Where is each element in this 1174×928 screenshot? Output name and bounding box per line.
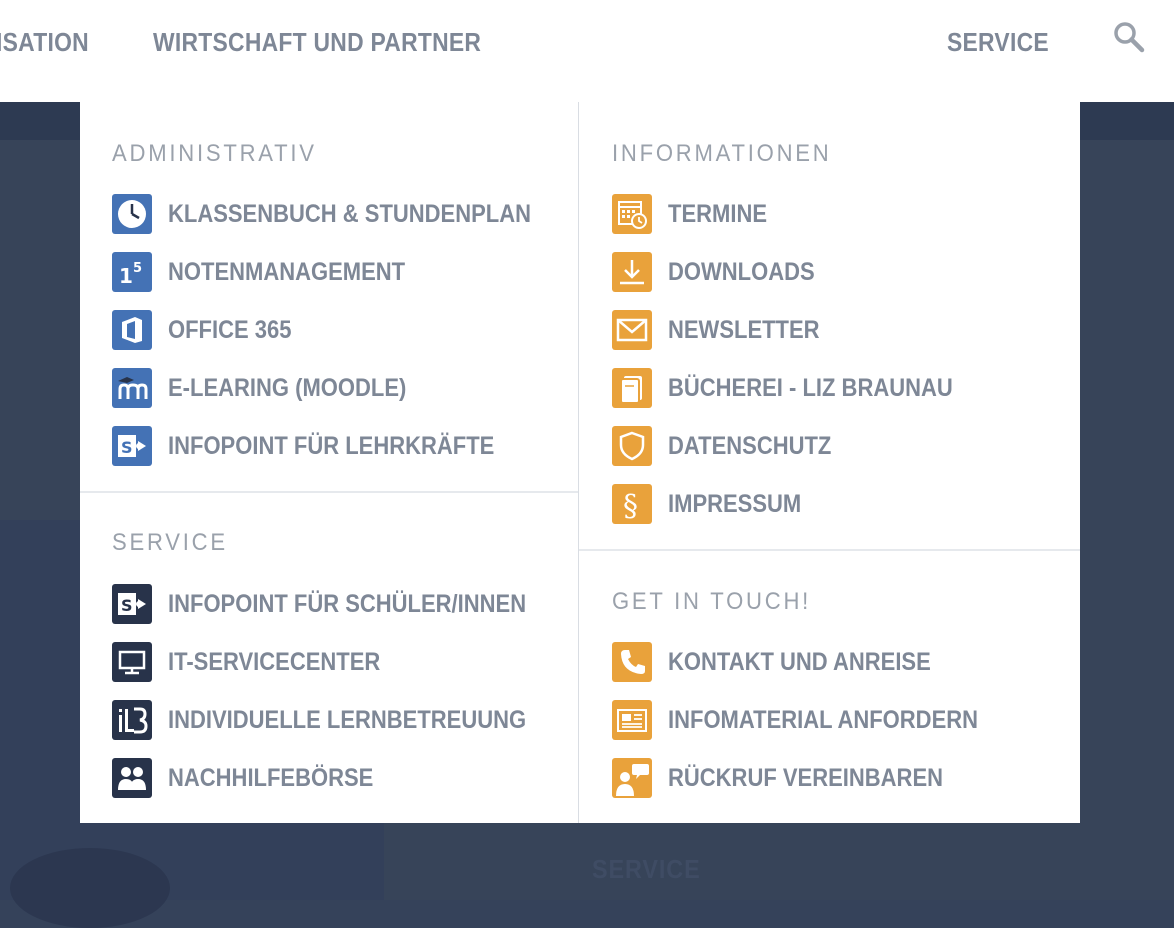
menu-item-termine[interactable]: TERMINE: [612, 194, 1052, 234]
menu-item-notenmanagement[interactable]: 15 NOTENMANAGEMENT: [112, 252, 552, 292]
section-divider: [80, 491, 578, 493]
book-icon: [612, 368, 652, 408]
calendar-icon: [612, 194, 652, 234]
background-section-heading: SERVICE: [592, 854, 701, 884]
menu-item-office-365[interactable]: OFFICE 365: [112, 310, 552, 350]
menu-item-label: DOWNLOADS: [668, 258, 815, 286]
service-dropdown-menu: ADMINISTRATIV KLASSENBUCH & STUNDENPLAN …: [80, 102, 1080, 823]
menu-item-label: NACHHILFEBÖRSE: [168, 764, 374, 792]
search-button[interactable]: [1112, 20, 1146, 54]
menu-item-rueckruf[interactable]: RÜCKRUF VEREINBAREN: [612, 758, 1052, 798]
menu-item-label: INFOPOINT FÜR SCHÜLER/INNEN: [168, 590, 527, 618]
menu-item-label: E-LEARING (MOODLE): [168, 374, 407, 402]
menu-item-newsletter[interactable]: NEWSLETTER: [612, 310, 1052, 350]
callback-icon: [612, 758, 652, 798]
sharepoint-icon: S: [112, 426, 152, 466]
menu-item-downloads[interactable]: DOWNLOADS: [612, 252, 1052, 292]
menu-item-impressum[interactable]: § IMPRESSUM: [612, 484, 1052, 524]
menu-item-label: TERMINE: [668, 200, 767, 228]
menu-item-label: NOTENMANAGEMENT: [168, 258, 406, 286]
column-divider: [578, 102, 579, 823]
section-divider: [579, 549, 1080, 551]
top-navigation-bar: ISATION WIRTSCHAFT UND PARTNER SERVICE: [0, 0, 1174, 102]
phone-icon: [612, 642, 652, 682]
menu-item-label: OFFICE 365: [168, 316, 292, 344]
menu-item-infopoint-schueler[interactable]: S INFOPOINT FÜR SCHÜLER/INNEN: [112, 584, 552, 624]
shield-icon: [612, 426, 652, 466]
menu-item-label: RÜCKRUF VEREINBAREN: [668, 764, 944, 792]
paragraph-icon: §: [612, 484, 652, 524]
menu-item-infopoint-lehrkraefte[interactable]: S INFOPOINT FÜR LEHRKRÄFTE: [112, 426, 552, 466]
menu-item-label: IT-SERVICECENTER: [168, 648, 381, 676]
section-title-informationen: INFORMATIONEN: [612, 140, 832, 167]
menu-item-klassenbuch[interactable]: KLASSENBUCH & STUNDENPLAN: [112, 194, 552, 234]
nav-item-service[interactable]: SERVICE: [947, 26, 1049, 58]
search-icon: [1114, 22, 1145, 53]
menu-item-label: KONTAKT UND ANREISE: [668, 648, 931, 676]
nav-item-wirtschaft-und-partner[interactable]: WIRTSCHAFT UND PARTNER: [153, 26, 481, 58]
monitor-icon: [112, 642, 152, 682]
menu-item-label: INDIVIDUELLE LERNBETREUUNG: [168, 706, 527, 734]
background-photo: [10, 848, 170, 928]
menu-item-label: BÜCHEREI - LIZ BRAUNAU: [668, 374, 953, 402]
menu-item-label: KLASSENBUCH & STUNDENPLAN: [168, 200, 532, 228]
envelope-icon: [612, 310, 652, 350]
svg-text:S: S: [121, 596, 133, 615]
menu-item-label: NEWSLETTER: [668, 316, 820, 344]
moodle-icon: [112, 368, 152, 408]
menu-item-label: DATENSCHUTZ: [668, 432, 832, 460]
menu-item-infomaterial[interactable]: INFOMATERIAL ANFORDERN: [612, 700, 1052, 740]
menu-item-lernbetreuung[interactable]: INDIVIDUELLE LERNBETREUUNG: [112, 700, 552, 740]
svg-text:§: §: [623, 489, 638, 524]
menu-item-buecherei[interactable]: BÜCHEREI - LIZ BRAUNAU: [612, 368, 1052, 408]
office-icon: [112, 310, 152, 350]
svg-text:S: S: [121, 438, 133, 457]
ilb-icon: [112, 700, 152, 740]
clock-icon: [112, 194, 152, 234]
menu-item-label: IMPRESSUM: [668, 490, 802, 518]
sharepoint-icon: S: [112, 584, 152, 624]
svg-text:5: 5: [133, 261, 142, 276]
section-title-administrativ: ADMINISTRATIV: [112, 140, 317, 167]
menu-item-kontakt[interactable]: KONTAKT UND ANREISE: [612, 642, 1052, 682]
menu-item-label: INFOMATERIAL ANFORDERN: [668, 706, 979, 734]
menu-item-datenschutz[interactable]: DATENSCHUTZ: [612, 426, 1052, 466]
section-title-get-in-touch: GET IN TOUCH!: [612, 588, 812, 615]
menu-item-nachhilfeboerse[interactable]: NACHHILFEBÖRSE: [112, 758, 552, 798]
newspaper-icon: [612, 700, 652, 740]
download-icon: [612, 252, 652, 292]
menu-item-label: INFOPOINT FÜR LEHRKRÄFTE: [168, 432, 495, 460]
menu-item-it-servicecenter[interactable]: IT-SERVICECENTER: [112, 642, 552, 682]
svg-text:1: 1: [119, 264, 133, 288]
menu-item-moodle[interactable]: E-LEARING (MOODLE): [112, 368, 552, 408]
section-title-service: SERVICE: [112, 529, 228, 556]
people-icon: [112, 758, 152, 798]
nav-item-organisation[interactable]: ISATION: [0, 26, 89, 58]
grades-icon: 15: [112, 252, 152, 292]
